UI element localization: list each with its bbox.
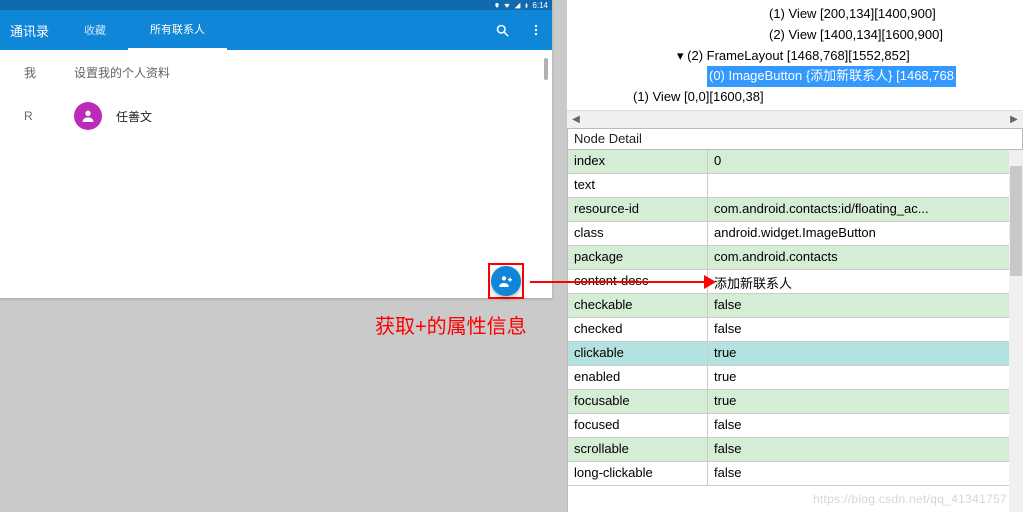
property-value: false — [708, 462, 1023, 485]
property-key: scrollable — [568, 438, 708, 461]
avatar — [74, 102, 102, 130]
scroll-left-icon[interactable]: ◀ — [570, 114, 582, 126]
tree-node[interactable]: ▾ (2) FrameLayout [1468,768][1552,852] — [569, 46, 1021, 67]
property-row[interactable]: text — [568, 174, 1023, 198]
scrollbar[interactable] — [544, 58, 548, 80]
property-key: resource-id — [568, 198, 708, 221]
property-value: com.android.contacts — [708, 246, 1023, 269]
property-key: long-clickable — [568, 462, 708, 485]
profile-setup-label: 设置我的个人资料 — [74, 64, 170, 81]
status-time: 6:14 — [532, 1, 548, 10]
property-row[interactable]: classandroid.widget.ImageButton — [568, 222, 1023, 246]
ui-tree[interactable]: (1) View [200,134][1400,900] (2) View [1… — [567, 0, 1023, 110]
contact-name: 任善文 — [116, 108, 152, 125]
tree-node[interactable]: (1) View [0,0][1600,38] — [569, 87, 1021, 108]
add-contact-fab[interactable] — [491, 266, 521, 296]
property-key: package — [568, 246, 708, 269]
property-value: true — [708, 366, 1023, 389]
app-title: 通讯录 — [0, 21, 62, 40]
property-key: focused — [568, 414, 708, 437]
property-row[interactable]: enabledtrue — [568, 366, 1023, 390]
property-value: com.android.contacts:id/floating_ac... — [708, 198, 1023, 221]
battery-icon — [524, 2, 529, 9]
property-row[interactable]: checkablefalse — [568, 294, 1023, 318]
property-row[interactable]: focusabletrue — [568, 390, 1023, 414]
fab-highlight-box — [488, 263, 524, 299]
location-icon — [494, 2, 500, 9]
property-value: false — [708, 318, 1023, 341]
property-value: 0 — [708, 150, 1023, 173]
property-key: focusable — [568, 390, 708, 413]
tabs: 收藏 所有联系人 — [62, 10, 227, 50]
profile-row[interactable]: 我 设置我的个人资料 — [0, 50, 552, 94]
tree-node-selected[interactable]: (0) ImageButton {添加新联系人} [1468,768 — [569, 66, 1021, 87]
annotation-caption: 获取+的属性信息 — [375, 310, 527, 339]
tab-favorites[interactable]: 收藏 — [62, 10, 128, 50]
property-key: enabled — [568, 366, 708, 389]
annotation-arrow-head — [704, 275, 716, 289]
tree-node[interactable]: (2) View [1400,134][1600,900] — [569, 25, 1021, 46]
property-row[interactable]: long-clickablefalse — [568, 462, 1023, 486]
property-value — [708, 174, 1023, 197]
scroll-right-icon[interactable]: ▶ — [1008, 114, 1020, 126]
property-value: false — [708, 414, 1023, 437]
property-key: checkable — [568, 294, 708, 317]
status-bar: 6:14 — [0, 0, 552, 10]
node-detail-header: Node Detail — [567, 128, 1023, 150]
property-row[interactable]: resource-idcom.android.contacts:id/float… — [568, 198, 1023, 222]
phone-screen: 6:14 通讯录 收藏 所有联系人 我 — [0, 0, 552, 298]
signal-icon — [514, 2, 521, 9]
wifi-icon — [503, 2, 511, 9]
watermark: https://blog.csdn.net/qq_41341757 — [813, 492, 1007, 506]
property-value: false — [708, 438, 1023, 461]
property-value: android.widget.ImageButton — [708, 222, 1023, 245]
inspector-pane: (1) View [200,134][1400,900] (2) View [1… — [567, 0, 1023, 512]
contact-row[interactable]: R 任善文 — [0, 94, 552, 138]
property-key: checked — [568, 318, 708, 341]
section-letter: R — [24, 109, 74, 123]
overflow-menu-icon[interactable] — [528, 22, 544, 38]
property-value: 添加新联系人 — [708, 270, 1023, 293]
property-key: index — [568, 150, 708, 173]
property-value: true — [708, 390, 1023, 413]
property-value: false — [708, 294, 1023, 317]
property-row[interactable]: checkedfalse — [568, 318, 1023, 342]
tab-all-contacts[interactable]: 所有联系人 — [128, 10, 227, 50]
property-key: class — [568, 222, 708, 245]
node-detail-table: index0textresource-idcom.android.contact… — [567, 150, 1023, 512]
contacts-list: 我 设置我的个人资料 R 任善文 — [0, 50, 552, 138]
property-row[interactable]: focusedfalse — [568, 414, 1023, 438]
tree-node[interactable]: (1) View [200,134][1400,900] — [569, 4, 1021, 25]
section-letter: 我 — [24, 64, 74, 81]
property-key: clickable — [568, 342, 708, 365]
tree-horizontal-scrollbar[interactable]: ◀ ▶ — [567, 110, 1023, 128]
search-icon[interactable] — [494, 22, 510, 38]
device-pane: 6:14 通讯录 收藏 所有联系人 我 — [0, 0, 567, 512]
property-row[interactable]: index0 — [568, 150, 1023, 174]
property-value: true — [708, 342, 1023, 365]
detail-vertical-scrollbar[interactable] — [1009, 150, 1023, 512]
property-key: text — [568, 174, 708, 197]
property-row[interactable]: packagecom.android.contacts — [568, 246, 1023, 270]
property-row[interactable]: clickabletrue — [568, 342, 1023, 366]
property-row[interactable]: scrollablefalse — [568, 438, 1023, 462]
annotation-arrow — [530, 281, 710, 283]
app-bar: 通讯录 收藏 所有联系人 — [0, 10, 552, 50]
